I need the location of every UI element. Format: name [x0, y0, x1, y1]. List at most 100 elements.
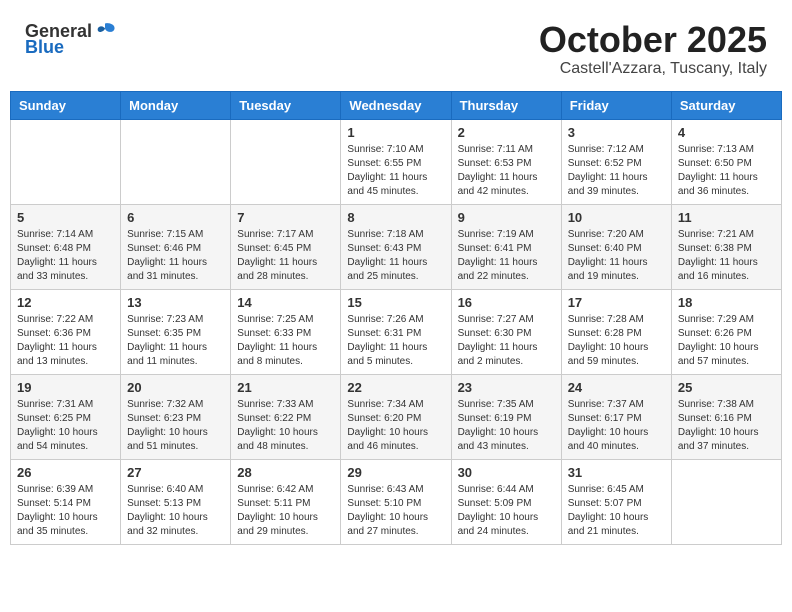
day-number: 22 [347, 380, 444, 395]
calendar-cell: 13Sunrise: 7:23 AM Sunset: 6:35 PM Dayli… [121, 289, 231, 374]
col-header-saturday: Saturday [671, 91, 781, 119]
calendar-cell: 8Sunrise: 7:18 AM Sunset: 6:43 PM Daylig… [341, 204, 451, 289]
calendar-cell: 7 Sunrise: 7:17 AM Sunset: 6:45 PM Daylig… [231, 204, 341, 289]
col-header-thursday: Thursday [451, 91, 561, 119]
calendar-cell: 18 Sunrise: 7:29 AM Sunset: 6:26 PM Dayli… [671, 289, 781, 374]
day-number: 19 [17, 380, 114, 395]
day-number: 18 [678, 295, 775, 310]
day-number: 15 [347, 295, 444, 310]
col-header-wednesday: Wednesday [341, 91, 451, 119]
location-title: Castell'Azzara, Tuscany, Italy [539, 60, 767, 78]
calendar-cell: 28 Sunrise: 6:42 AM Sunset: 5:11 PM Dayli… [231, 459, 341, 544]
day-number: 12 [17, 295, 114, 310]
calendar-week-row: 1Sunrise: 7:10 AM Sunset: 6:55 PM Daylig… [11, 119, 782, 204]
day-number: 2 [458, 125, 555, 140]
day-number: 4 [678, 125, 775, 140]
calendar-week-row: 19 Sunrise: 7:31 AM Sunset: 6:25 PM Dayli… [11, 374, 782, 459]
calendar-cell [671, 459, 781, 544]
day-content: Sunrise: 6:43 AM Sunset: 5:10 PM Dayligh… [347, 483, 444, 539]
calendar-cell [121, 119, 231, 204]
calendar-cell: 25 Sunrise: 7:38 AM Sunset: 6:16 PM Dayli… [671, 374, 781, 459]
day-number: 24 [568, 380, 665, 395]
calendar-week-row: 12 Sunrise: 7:22 AM Sunset: 6:36 PM Dayli… [11, 289, 782, 374]
day-content: Sunrise: 7:35 AM Sunset: 6:19 PM Dayligh… [458, 398, 555, 454]
calendar-cell: 15 Sunrise: 7:26 AM Sunset: 6:31 PM Dayli… [341, 289, 451, 374]
calendar-cell: 20 Sunrise: 7:32 AM Sunset: 6:23 PM Dayli… [121, 374, 231, 459]
calendar-cell: 5 Sunrise: 7:14 AM Sunset: 6:48 PM Daylig… [11, 204, 121, 289]
day-number: 21 [237, 380, 334, 395]
day-content: Sunrise: 7:17 AM Sunset: 6:45 PM Dayligh… [237, 228, 334, 284]
title-block: October 2025 Castell'Azzara, Tuscany, It… [539, 20, 767, 78]
col-header-friday: Friday [561, 91, 671, 119]
day-content: Sunrise: 7:25 AM Sunset: 6:33 PM Dayligh… [237, 313, 334, 369]
calendar-cell: 27Sunrise: 6:40 AM Sunset: 5:13 PM Dayli… [121, 459, 231, 544]
page-header: General Blue October 2025 Castell'Azzara… [10, 10, 782, 83]
calendar-cell: 26 Sunrise: 6:39 AM Sunset: 5:14 PM Dayli… [11, 459, 121, 544]
day-content: Sunrise: 7:12 AM Sunset: 6:52 PM Dayligh… [568, 143, 665, 199]
day-content: Sunrise: 7:37 AM Sunset: 6:17 PM Dayligh… [568, 398, 665, 454]
day-number: 9 [458, 210, 555, 225]
logo-blue: Blue [25, 38, 64, 56]
logo: General Blue [25, 20, 116, 56]
calendar-cell: 23 Sunrise: 7:35 AM Sunset: 6:19 PM Dayli… [451, 374, 561, 459]
day-number: 13 [127, 295, 224, 310]
day-content: Sunrise: 6:45 AM Sunset: 5:07 PM Dayligh… [568, 483, 665, 539]
day-content: Sunrise: 7:14 AM Sunset: 6:48 PM Dayligh… [17, 228, 114, 284]
day-number: 14 [237, 295, 334, 310]
day-content: Sunrise: 7:13 AM Sunset: 6:50 PM Dayligh… [678, 143, 775, 199]
day-content: Sunrise: 6:40 AM Sunset: 5:13 PM Dayligh… [127, 483, 224, 539]
calendar-cell: 10Sunrise: 7:20 AM Sunset: 6:40 PM Dayli… [561, 204, 671, 289]
day-content: Sunrise: 7:19 AM Sunset: 6:41 PM Dayligh… [458, 228, 555, 284]
day-number: 8 [347, 210, 444, 225]
day-number: 20 [127, 380, 224, 395]
day-number: 5 [17, 210, 114, 225]
day-number: 17 [568, 295, 665, 310]
day-content: Sunrise: 7:29 AM Sunset: 6:26 PM Dayligh… [678, 313, 775, 369]
day-content: Sunrise: 7:34 AM Sunset: 6:20 PM Dayligh… [347, 398, 444, 454]
calendar-cell: 19 Sunrise: 7:31 AM Sunset: 6:25 PM Dayli… [11, 374, 121, 459]
calendar-cell: 24 Sunrise: 7:37 AM Sunset: 6:17 PM Dayli… [561, 374, 671, 459]
day-content: Sunrise: 6:42 AM Sunset: 5:11 PM Dayligh… [237, 483, 334, 539]
day-content: Sunrise: 7:11 AM Sunset: 6:53 PM Dayligh… [458, 143, 555, 199]
day-content: Sunrise: 6:44 AM Sunset: 5:09 PM Dayligh… [458, 483, 555, 539]
calendar-cell: 17Sunrise: 7:28 AM Sunset: 6:28 PM Dayli… [561, 289, 671, 374]
day-number: 28 [237, 465, 334, 480]
calendar-cell: 4 Sunrise: 7:13 AM Sunset: 6:50 PM Daylig… [671, 119, 781, 204]
day-content: Sunrise: 7:38 AM Sunset: 6:16 PM Dayligh… [678, 398, 775, 454]
day-number: 23 [458, 380, 555, 395]
day-content: Sunrise: 7:26 AM Sunset: 6:31 PM Dayligh… [347, 313, 444, 369]
calendar-cell: 21 Sunrise: 7:33 AM Sunset: 6:22 PM Dayli… [231, 374, 341, 459]
day-number: 7 [237, 210, 334, 225]
calendar-cell: 12 Sunrise: 7:22 AM Sunset: 6:36 PM Dayli… [11, 289, 121, 374]
day-number: 25 [678, 380, 775, 395]
day-number: 26 [17, 465, 114, 480]
calendar-cell: 11 Sunrise: 7:21 AM Sunset: 6:38 PM Dayli… [671, 204, 781, 289]
calendar-table: SundayMondayTuesdayWednesdayThursdayFrid… [10, 91, 782, 545]
day-content: Sunrise: 7:21 AM Sunset: 6:38 PM Dayligh… [678, 228, 775, 284]
day-content: Sunrise: 7:32 AM Sunset: 6:23 PM Dayligh… [127, 398, 224, 454]
calendar-cell [11, 119, 121, 204]
col-header-sunday: Sunday [11, 91, 121, 119]
calendar-cell: 2 Sunrise: 7:11 AM Sunset: 6:53 PM Daylig… [451, 119, 561, 204]
calendar-week-row: 5 Sunrise: 7:14 AM Sunset: 6:48 PM Daylig… [11, 204, 782, 289]
day-number: 3 [568, 125, 665, 140]
day-number: 10 [568, 210, 665, 225]
calendar-cell [231, 119, 341, 204]
day-content: Sunrise: 7:33 AM Sunset: 6:22 PM Dayligh… [237, 398, 334, 454]
day-content: Sunrise: 7:27 AM Sunset: 6:30 PM Dayligh… [458, 313, 555, 369]
calendar-cell: 31 Sunrise: 6:45 AM Sunset: 5:07 PM Dayli… [561, 459, 671, 544]
day-content: Sunrise: 7:31 AM Sunset: 6:25 PM Dayligh… [17, 398, 114, 454]
calendar-cell: 1Sunrise: 7:10 AM Sunset: 6:55 PM Daylig… [341, 119, 451, 204]
day-number: 16 [458, 295, 555, 310]
day-content: Sunrise: 7:10 AM Sunset: 6:55 PM Dayligh… [347, 143, 444, 199]
day-content: Sunrise: 7:22 AM Sunset: 6:36 PM Dayligh… [17, 313, 114, 369]
day-number: 29 [347, 465, 444, 480]
calendar-cell: 14 Sunrise: 7:25 AM Sunset: 6:33 PM Dayli… [231, 289, 341, 374]
logo-bird-icon [94, 20, 116, 42]
day-number: 11 [678, 210, 775, 225]
day-number: 30 [458, 465, 555, 480]
day-content: Sunrise: 6:39 AM Sunset: 5:14 PM Dayligh… [17, 483, 114, 539]
calendar-cell: 30 Sunrise: 6:44 AM Sunset: 5:09 PM Dayli… [451, 459, 561, 544]
day-number: 31 [568, 465, 665, 480]
col-header-monday: Monday [121, 91, 231, 119]
